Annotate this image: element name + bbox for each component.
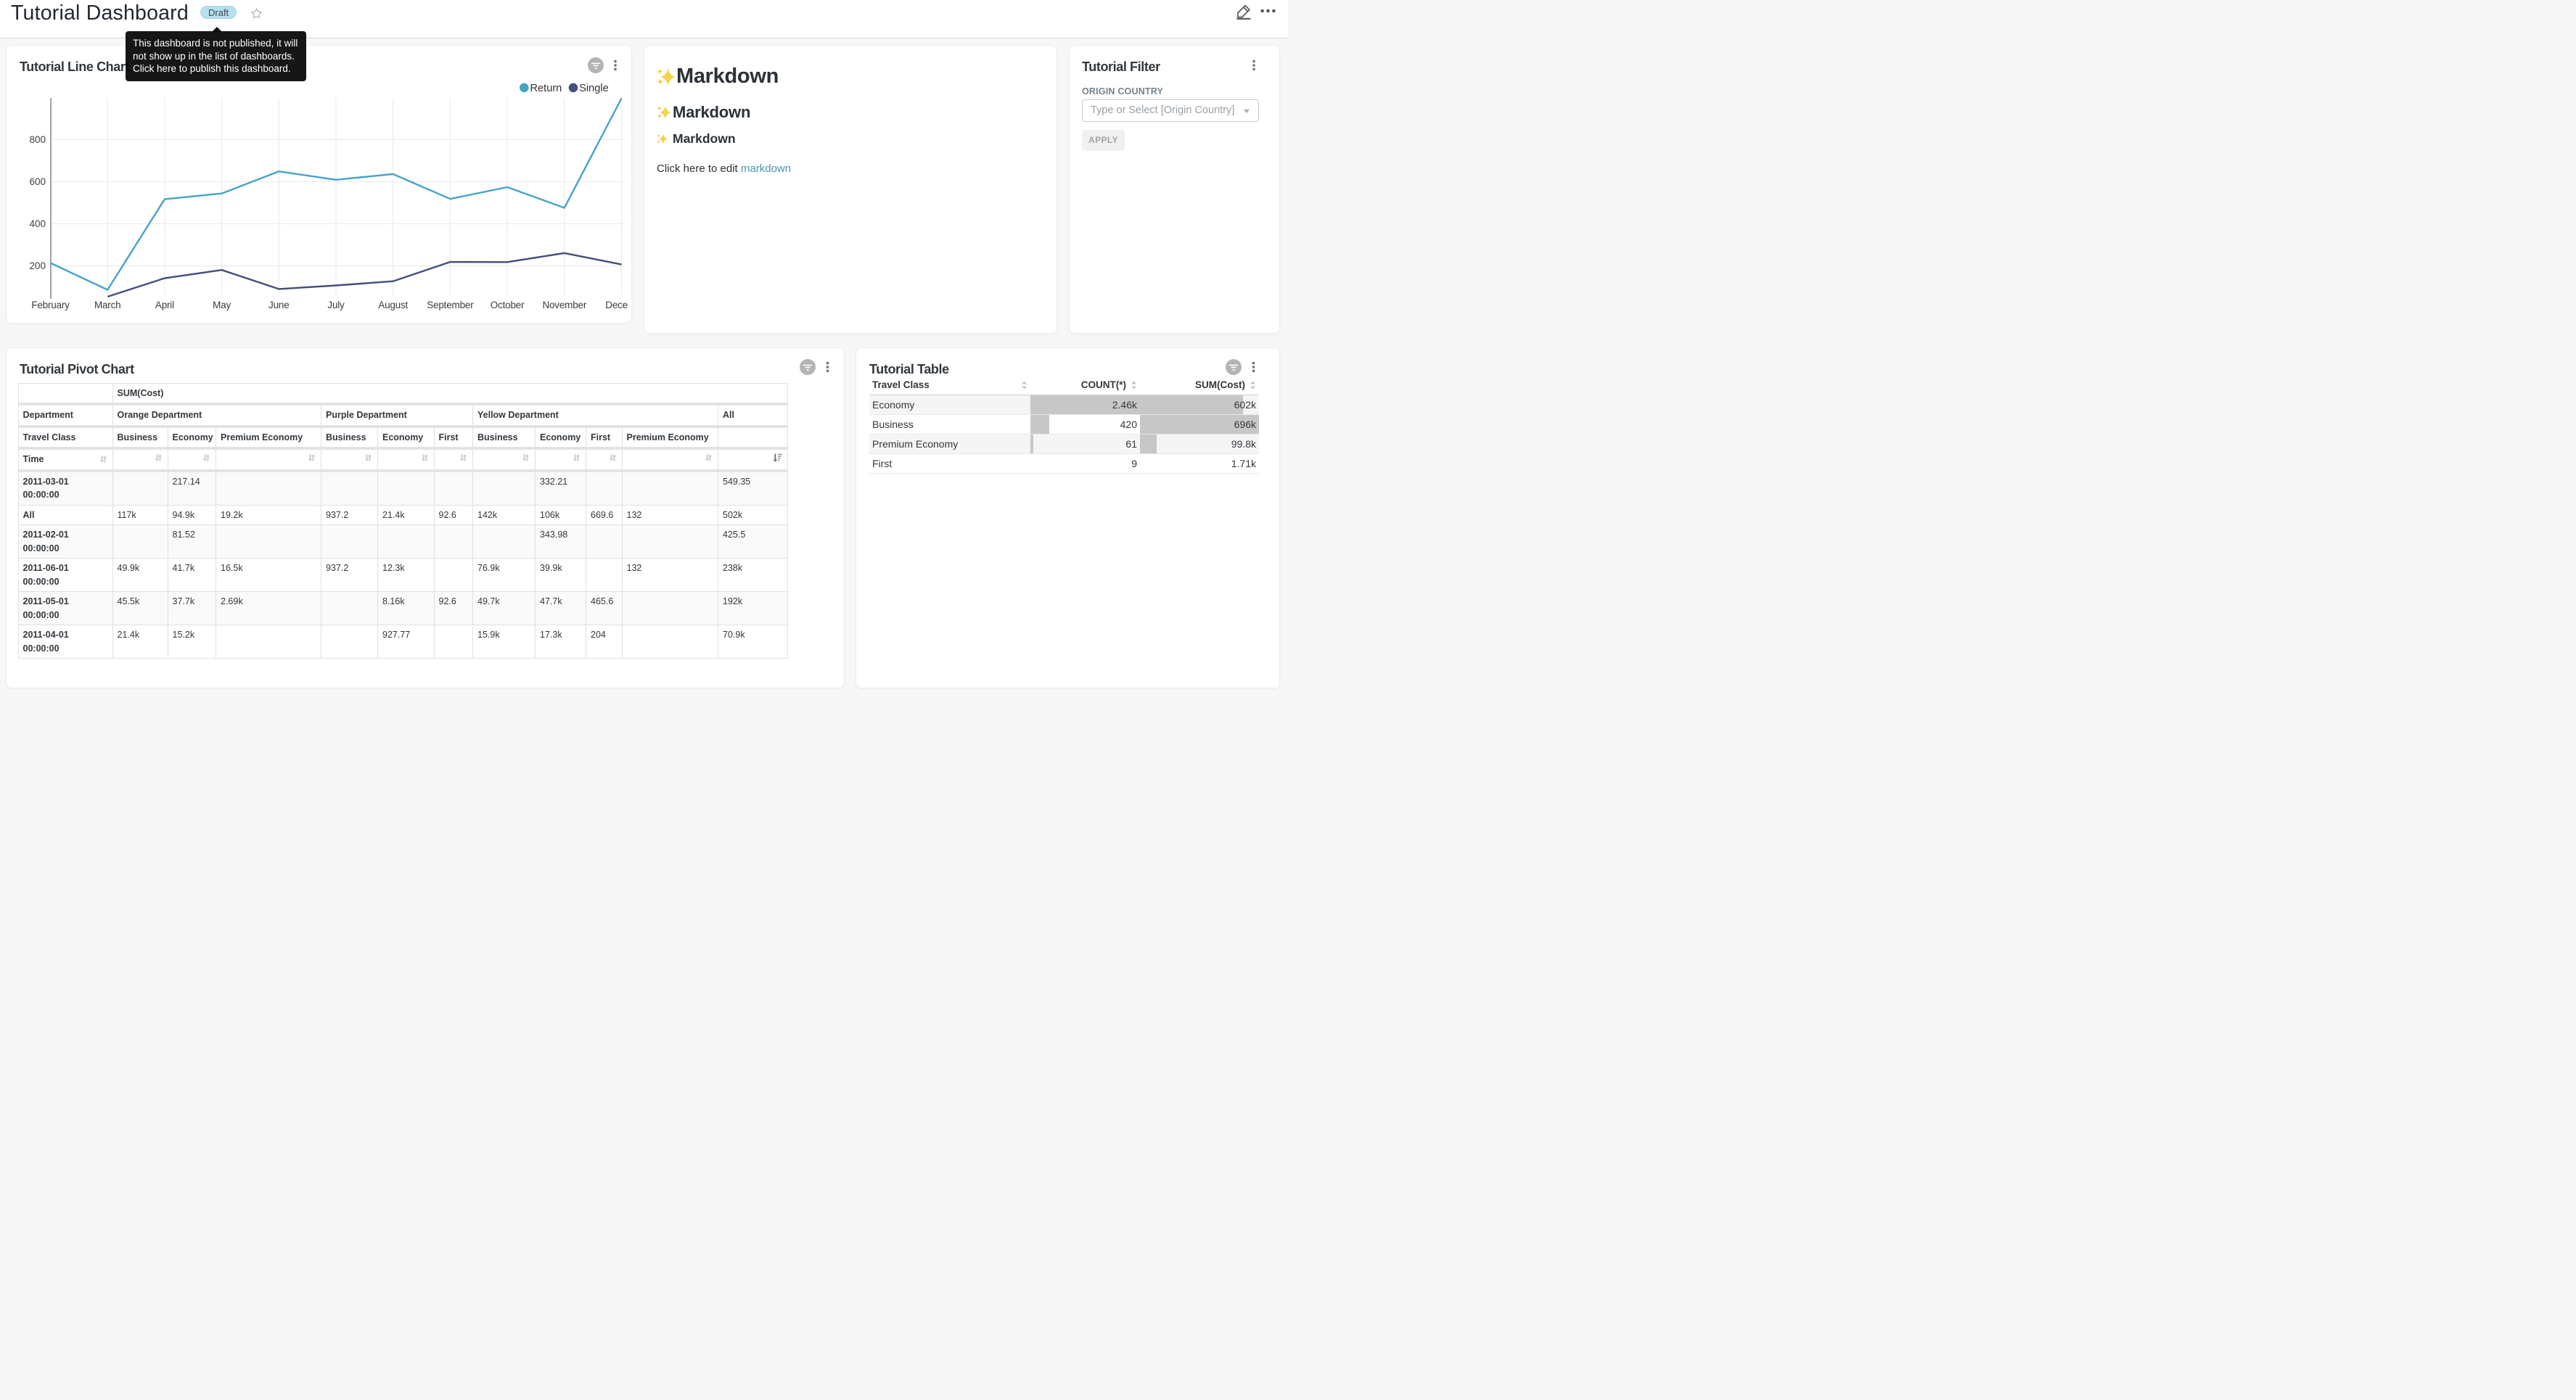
svg-text:600: 600	[29, 176, 46, 187]
svg-text:Dece: Dece	[605, 300, 628, 310]
svg-text:200: 200	[29, 260, 46, 271]
svg-text:February: February	[31, 300, 70, 310]
svg-text:800: 800	[29, 134, 46, 145]
svg-text:September: September	[427, 300, 474, 310]
svg-text:August: August	[378, 300, 408, 310]
svg-text:400: 400	[29, 218, 46, 229]
svg-text:Single: Single	[579, 83, 609, 94]
svg-text:October: October	[491, 300, 525, 310]
svg-text:Return: Return	[530, 83, 562, 94]
svg-text:April: April	[155, 300, 174, 310]
svg-text:June: June	[268, 300, 289, 310]
svg-text:July: July	[327, 300, 345, 310]
svg-text:May: May	[213, 300, 231, 310]
svg-text:November: November	[542, 300, 586, 310]
svg-text:March: March	[94, 300, 121, 310]
